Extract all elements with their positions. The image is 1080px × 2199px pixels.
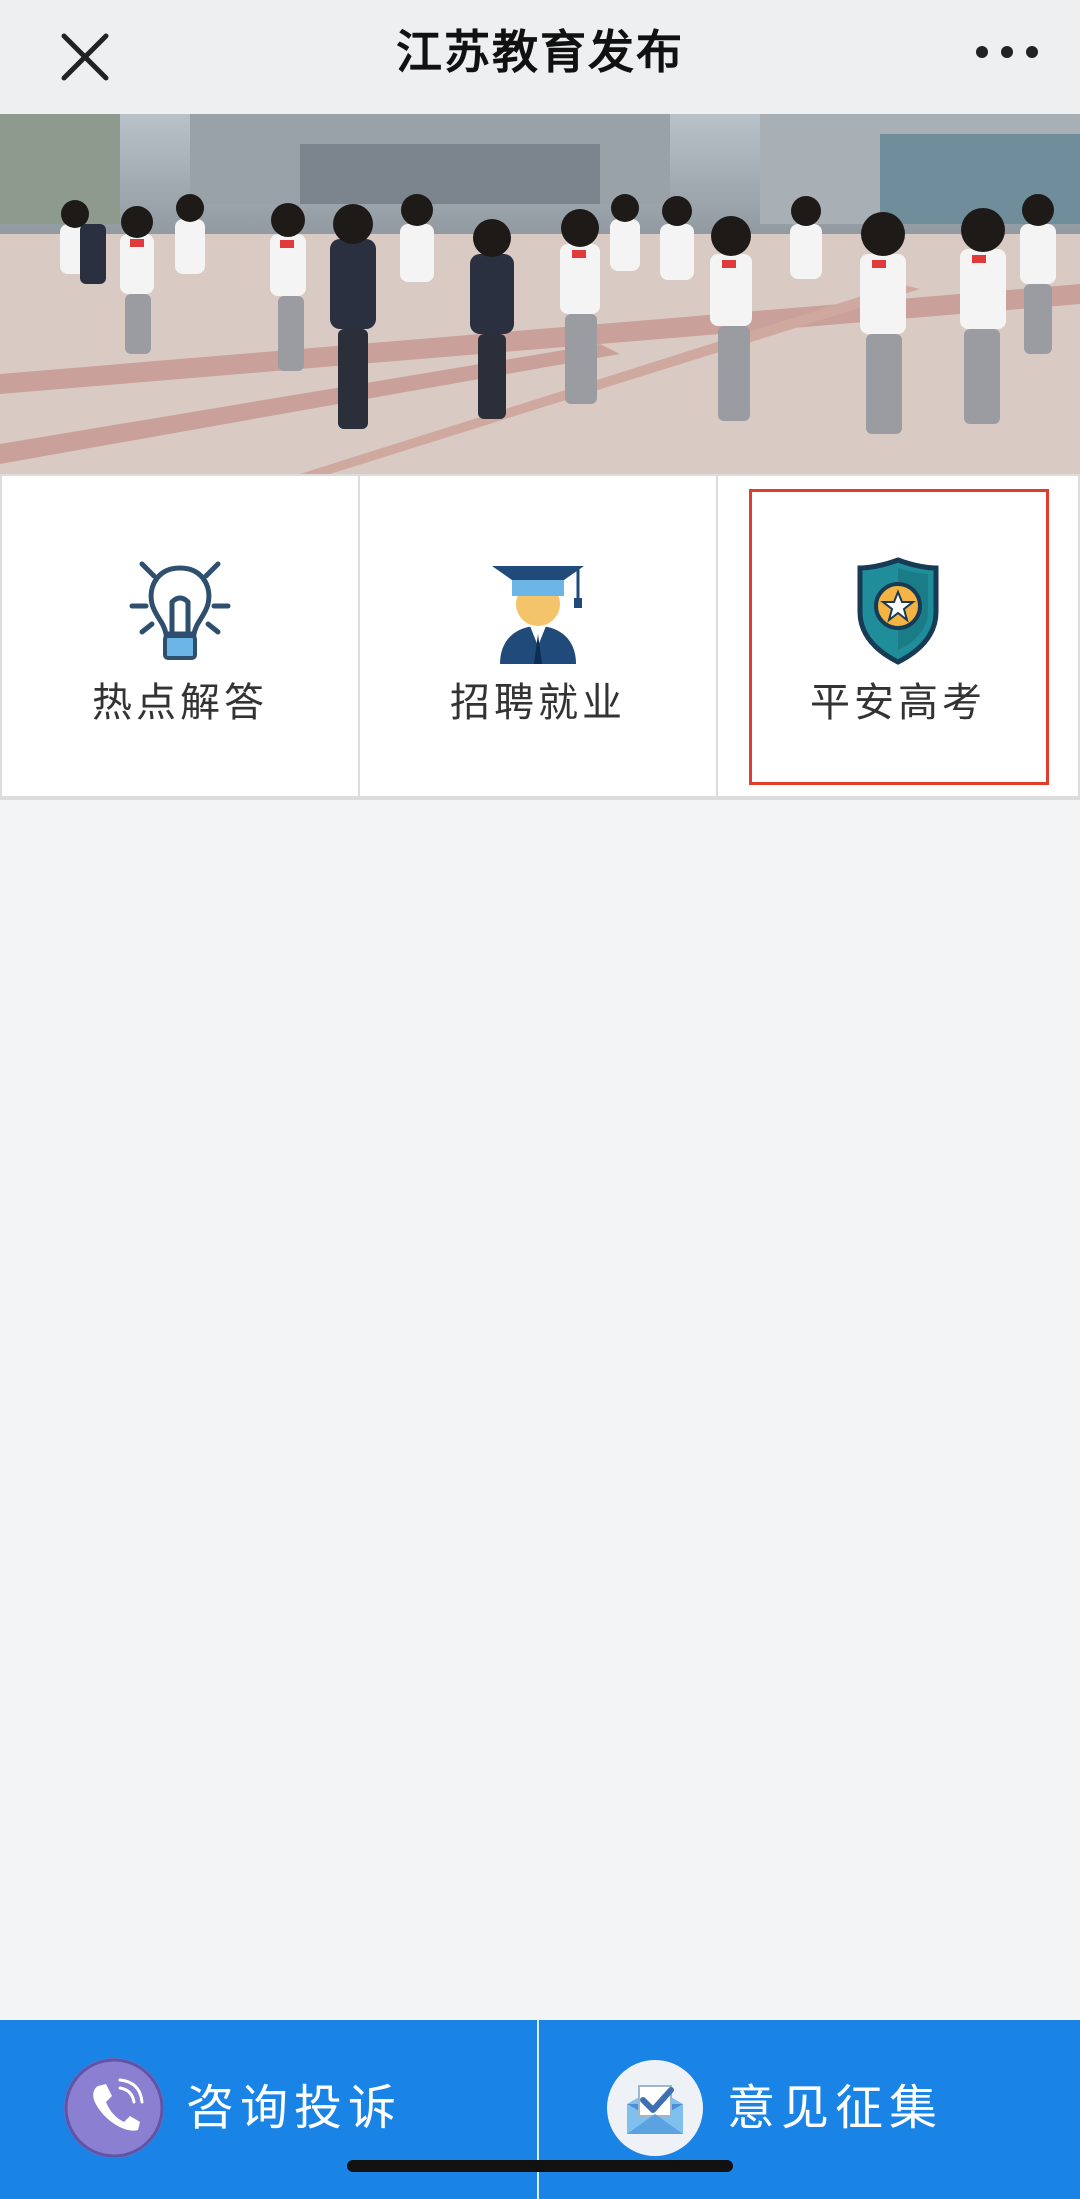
feature-grid: 热点解答 招聘就业 平安高考 xyxy=(0,474,1080,800)
home-indicator[interactable] xyxy=(347,2160,733,2172)
lightbulb-icon xyxy=(129,561,231,660)
page-title: 江苏教育发布 xyxy=(396,25,684,79)
mail-check-icon xyxy=(607,2060,703,2156)
banner-image[interactable] xyxy=(0,114,1080,474)
consult-complaint-button[interactable]: 咨询投诉 xyxy=(0,2020,537,2199)
card-label: 招聘就业 xyxy=(450,680,626,726)
card-safe-exam[interactable]: 平安高考 xyxy=(718,476,1078,796)
phone-icon xyxy=(64,2058,164,2158)
feedback-button[interactable]: 意见征集 xyxy=(539,2020,1076,2199)
consult-label: 咨询投诉 xyxy=(186,2080,403,2136)
card-label: 平安高考 xyxy=(810,680,986,726)
card-hot-answers[interactable]: 热点解答 xyxy=(2,476,358,796)
graduate-icon xyxy=(492,566,584,664)
card-label: 热点解答 xyxy=(92,680,268,726)
more-icon[interactable] xyxy=(966,28,1056,78)
bottom-action-bar: 咨询投诉 意见征集 xyxy=(0,2020,1080,2199)
card-jobs[interactable]: 招聘就业 xyxy=(360,476,716,796)
feedback-label: 意见征集 xyxy=(727,2080,944,2136)
shield-star-icon xyxy=(857,557,939,665)
nav-bar: 江苏教育发布 xyxy=(0,0,1080,114)
students-running-photo xyxy=(0,114,1080,474)
